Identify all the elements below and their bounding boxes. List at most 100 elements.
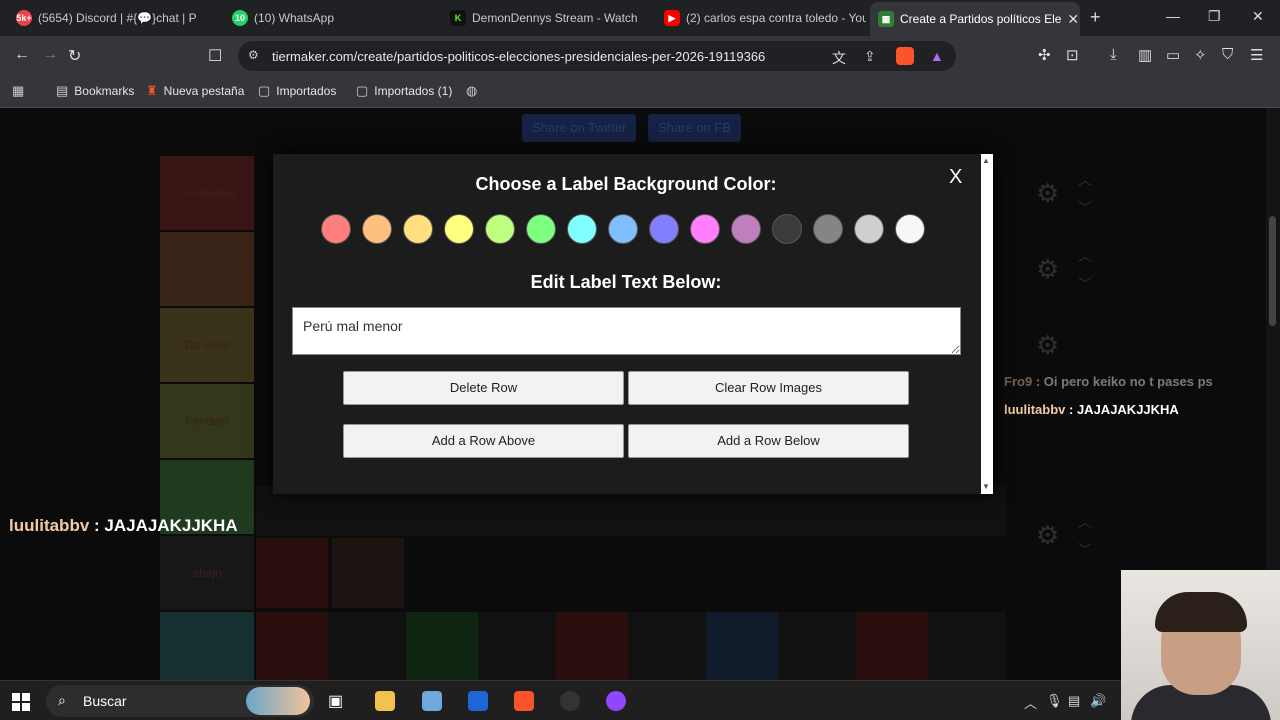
scroll-down-icon[interactable]: ▼: [982, 482, 990, 491]
color-swatch-dark-gray[interactable]: [772, 214, 802, 244]
bookmark-item-importados[interactable]: ▢ Importados: [258, 83, 336, 99]
close-tab-icon[interactable]: ✕: [1067, 11, 1079, 28]
label-text-input[interactable]: [292, 307, 961, 355]
party-logo[interactable]: [256, 612, 328, 680]
add-row-above-button[interactable]: Add a Row Above: [343, 424, 624, 458]
chat-message: luulitabbv : JAJAJAKJJKHA: [9, 516, 238, 535]
windows-start-icon[interactable]: [12, 693, 30, 711]
color-swatch-blue[interactable]: [649, 214, 679, 244]
tier-label[interactable]: abajo: [160, 536, 254, 610]
color-swatch-yellow[interactable]: [444, 214, 474, 244]
leo-ai-icon[interactable]: ✧: [1194, 46, 1207, 64]
chevron-down-icon[interactable]: ﹀: [1078, 540, 1092, 560]
obs-icon[interactable]: [560, 691, 580, 711]
minimize-button[interactable]: —: [1166, 8, 1180, 24]
scroll-up-icon[interactable]: ▲: [982, 156, 990, 165]
bookmark-item-nueva-pestana[interactable]: ♜ Nueva pestaña: [146, 83, 244, 99]
store-icon[interactable]: [468, 691, 488, 711]
gear-icon[interactable]: ⚙: [1036, 178, 1059, 209]
color-swatch-red[interactable]: [321, 214, 351, 244]
network-icon[interactable]: ▤: [1068, 693, 1080, 709]
bookmark-page-icon[interactable]: ☐: [208, 46, 222, 66]
color-swatch-lime[interactable]: [485, 214, 515, 244]
color-swatch-white[interactable]: [895, 214, 925, 244]
chevron-up-icon[interactable]: ︿: [1078, 512, 1092, 532]
share-twitter-button[interactable]: Share on Twitter: [522, 114, 637, 142]
tab-whatsapp[interactable]: 10 (10) WhatsApp: [224, 4, 434, 32]
microphone-icon[interactable]: 🎙: [1046, 693, 1063, 709]
tab-kick-stream[interactable]: K DemonDennys Stream - Watch: [442, 4, 652, 32]
url-text: tiermaker.com/create/partidos-politicos-…: [272, 49, 766, 64]
color-swatch-light-blue[interactable]: [608, 214, 638, 244]
notepad-icon[interactable]: [422, 691, 442, 711]
apps-grid-icon[interactable]: ▦: [12, 83, 24, 99]
clear-row-images-button[interactable]: Clear Row Images: [628, 371, 909, 405]
gear-icon[interactable]: ⚙: [1036, 520, 1059, 551]
new-tab-button[interactable]: +: [1090, 7, 1101, 28]
modal-scrollbar[interactable]: ▲ ▼: [981, 154, 993, 494]
site-info-icon[interactable]: ⚙: [248, 48, 259, 62]
chat-app-icon[interactable]: [606, 691, 626, 711]
taskbar-search[interactable]: ⌕ Buscar: [46, 685, 314, 717]
color-swatch-green[interactable]: [526, 214, 556, 244]
extensions-icon[interactable]: ✣: [1038, 46, 1051, 64]
gear-icon[interactable]: ⚙: [1036, 254, 1059, 285]
color-swatch-gray[interactable]: [813, 214, 843, 244]
search-placeholder: Buscar: [83, 693, 127, 709]
reload-icon[interactable]: ↻: [68, 46, 81, 66]
party-logo[interactable]: [256, 538, 328, 608]
tier-label[interactable]: [160, 612, 254, 680]
add-row-below-button[interactable]: Add a Row Below: [628, 424, 909, 458]
chevron-down-icon[interactable]: ﹀: [1078, 198, 1092, 218]
tab-discord[interactable]: 5k+ (5654) Discord | #{💬}chat | P: [8, 4, 218, 32]
tier-label[interactable]: Da shoe: [160, 308, 254, 382]
close-window-button[interactable]: ✕: [1252, 8, 1264, 25]
chevron-up-icon[interactable]: ︿: [1078, 170, 1092, 190]
party-logo[interactable]: [332, 538, 404, 608]
share-fb-button[interactable]: Share on FB: [648, 114, 741, 142]
delete-row-button[interactable]: Delete Row: [343, 371, 624, 405]
file-explorer-icon[interactable]: [375, 691, 395, 711]
bookmark-item-bookmarks[interactable]: ▤ Bookmarks: [56, 83, 134, 99]
color-swatch-light-gray[interactable]: [854, 214, 884, 244]
chevron-down-icon[interactable]: ﹀: [1078, 274, 1092, 294]
brave-shields-icon[interactable]: [896, 47, 914, 65]
page-scrollbar-thumb[interactable]: [1269, 216, 1276, 326]
color-swatch-purple[interactable]: [731, 214, 761, 244]
translate-icon[interactable]: 文: [832, 48, 846, 68]
tray-chevron-icon[interactable]: ︿: [1024, 693, 1037, 712]
vpn-icon[interactable]: ⛉: [1222, 46, 1233, 63]
back-icon[interactable]: ←: [14, 46, 30, 64]
tab-youtube[interactable]: ▶ (2) carlos espa contra toledo - You: [656, 4, 866, 32]
brave-taskbar-icon[interactable]: [514, 691, 534, 711]
color-swatch-orange[interactable]: [362, 214, 392, 244]
screenshot-icon[interactable]: ⊡: [1066, 46, 1079, 64]
address-bar[interactable]: ⚙ tiermaker.com/create/partidos-politico…: [238, 41, 956, 71]
wallet-icon[interactable]: ▭: [1166, 46, 1180, 64]
party-logo[interactable]: [706, 612, 778, 680]
gear-icon[interactable]: ⚙: [1036, 330, 1059, 361]
color-swatch-magenta[interactable]: [690, 214, 720, 244]
color-swatch-light-orange[interactable]: [403, 214, 433, 244]
volume-icon[interactable]: 🔊: [1090, 693, 1106, 709]
tab-tiermaker[interactable]: ▦ Create a Partidos políticos Ele ✕: [870, 2, 1080, 36]
menu-icon[interactable]: ☰: [1250, 46, 1263, 64]
brave-rewards-icon[interactable]: ▲: [930, 48, 944, 64]
forward-icon[interactable]: →: [42, 46, 58, 64]
task-view-icon[interactable]: ▣: [328, 691, 348, 711]
globe-icon[interactable]: ◍: [466, 83, 477, 99]
sidebar-icon[interactable]: ▥: [1138, 46, 1152, 64]
maximize-button[interactable]: ❐: [1208, 8, 1221, 25]
close-modal-button[interactable]: X: [949, 166, 962, 189]
tier-label[interactable]: Peru mal menor: [160, 232, 254, 306]
chevron-up-icon[interactable]: ︿: [1078, 246, 1092, 266]
download-icon[interactable]: ⤓: [1110, 46, 1117, 63]
party-logo[interactable]: [556, 612, 628, 680]
tier-label[interactable]: Pendejo: [160, 384, 254, 458]
party-logo[interactable]: [406, 612, 478, 680]
share-icon[interactable]: ⇪: [864, 48, 876, 65]
party-logo[interactable]: [856, 612, 928, 680]
bookmark-item-importados-1[interactable]: ▢ Importados (1): [356, 83, 452, 99]
tier-label[interactable]: Si Pasaaa: [160, 156, 254, 230]
color-swatch-cyan[interactable]: [567, 214, 597, 244]
